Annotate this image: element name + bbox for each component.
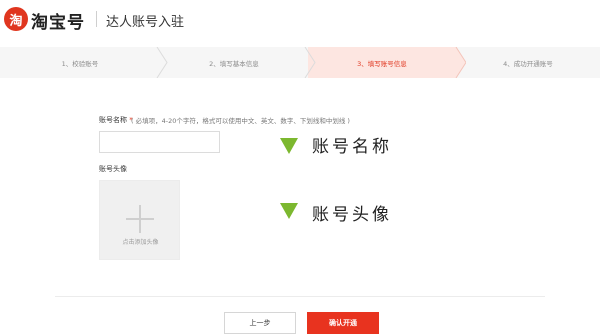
step-label: 3、填写账号信息 [357, 59, 407, 68]
header-divider [96, 11, 97, 27]
account-avatar-label: 账号头像 [99, 165, 127, 173]
annotation-account-avatar: 账号头像 [312, 205, 392, 225]
avatar-upload-box[interactable]: 点击添加头像 [99, 180, 180, 260]
brand-logo-text[interactable]: 淘宝号 [31, 8, 85, 33]
plus-icon [126, 205, 154, 233]
step-account-info: 3、填写账号信息 [308, 47, 456, 78]
brand-logo-icon[interactable]: 淘 [4, 7, 28, 31]
step-chevron-icon [156, 47, 168, 78]
step-label: 4、成功开通账号 [503, 59, 553, 68]
account-name-label-text: 账号名称 [99, 116, 127, 124]
account-name-hint: ( 必填项，4-20个字符，格式可以使用中文、英文、数字、下划线和中划线 ) [131, 117, 350, 125]
page-title: 达人账号入驻 [106, 15, 185, 30]
step-chevron-icon [452, 47, 466, 78]
green-arrow-icon [280, 203, 298, 219]
step-label: 2、填写基本信息 [209, 59, 259, 68]
step-chevron-icon [304, 47, 318, 78]
account-name-label: 账号名称 * [99, 115, 133, 125]
confirm-open-button[interactable]: 确认开通 [307, 312, 379, 334]
step-label: 1、校验账号 [61, 59, 99, 68]
step-success: 4、成功开通账号 [456, 47, 600, 78]
avatar-upload-text: 点击添加头像 [122, 239, 159, 246]
step-verify-account: 1、校验账号 [0, 47, 160, 78]
top-header: 淘 淘宝号 达人账号入驻 [0, 0, 600, 38]
annotation-account-name: 账号名称 [312, 137, 392, 157]
account-name-input[interactable] [99, 131, 220, 153]
previous-step-button[interactable]: 上一步 [224, 312, 296, 334]
step-progress-bar: 1、校验账号 2、填写基本信息 3、填写账号信息 4、成功开通账号 [0, 47, 600, 78]
footer-divider [55, 296, 545, 297]
green-arrow-icon [280, 138, 298, 154]
step-basic-info: 2、填写基本信息 [160, 47, 308, 78]
